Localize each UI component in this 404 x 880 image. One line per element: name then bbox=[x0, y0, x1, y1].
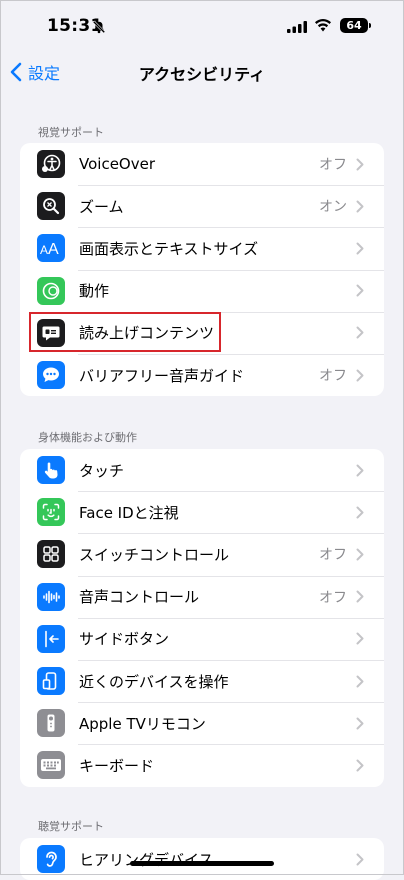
row-label: バリアフリー音声ガイド bbox=[79, 366, 245, 385]
chevron-right-icon bbox=[356, 326, 364, 339]
row-label: サイドボタン bbox=[79, 630, 170, 649]
home-indicator[interactable] bbox=[130, 861, 274, 866]
row-switch-control[interactable]: スイッチコントロール オフ bbox=[20, 533, 384, 575]
row-label: 動作 bbox=[79, 282, 110, 301]
apple-tv-remote-icon bbox=[37, 709, 65, 738]
row-value: オン bbox=[319, 199, 347, 216]
group-physical-motor: タッチ Face IDと注視 スイッチコントロール オフ 音声コントロール オフ… bbox=[20, 449, 384, 787]
battery-indicator: 64 bbox=[340, 18, 368, 33]
chevron-right-icon bbox=[356, 675, 364, 688]
row-value: オフ bbox=[319, 157, 347, 174]
row-hearing-devices[interactable]: ヒアリングデバイス bbox=[20, 838, 384, 880]
row-label: キーボード bbox=[79, 756, 155, 775]
row-motion[interactable]: 動作 bbox=[20, 269, 384, 312]
face-id-icon bbox=[37, 498, 65, 527]
svg-text:A: A bbox=[48, 241, 59, 256]
chevron-right-icon bbox=[356, 759, 364, 772]
switch-control-icon bbox=[37, 540, 65, 569]
chevron-right-icon bbox=[356, 590, 364, 603]
row-side-button[interactable]: サイドボタン bbox=[20, 617, 384, 660]
status-bar: 15:31 64 bbox=[0, 0, 404, 52]
chevron-right-icon bbox=[356, 548, 364, 561]
audio-description-icon bbox=[37, 361, 65, 390]
row-voice-control[interactable]: 音声コントロール オフ bbox=[20, 575, 384, 618]
row-label: ズーム bbox=[79, 197, 124, 216]
keyboard-icon bbox=[37, 751, 65, 780]
row-value: オフ bbox=[319, 547, 347, 564]
side-button-icon bbox=[37, 624, 65, 653]
chevron-right-icon bbox=[356, 632, 364, 645]
row-label: スイッチコントロール bbox=[79, 545, 230, 564]
motion-icon bbox=[37, 276, 65, 305]
chevron-right-icon bbox=[356, 717, 364, 730]
chevron-right-icon bbox=[356, 506, 364, 519]
silent-mode-icon bbox=[92, 20, 106, 34]
row-value: オフ bbox=[319, 589, 347, 606]
section-header-hearing: 聴覚サポート bbox=[38, 820, 104, 833]
chevron-right-icon bbox=[356, 242, 364, 255]
row-voiceover[interactable]: VoiceOver オフ bbox=[20, 143, 384, 185]
section-header-physical-motor: 身体機能および動作 bbox=[38, 431, 137, 444]
spoken-content-icon bbox=[37, 318, 65, 347]
row-value: オフ bbox=[319, 368, 347, 385]
row-control-nearby-devices[interactable]: 近くのデバイスを操作 bbox=[20, 659, 384, 702]
cellular-signal-icon bbox=[287, 21, 307, 33]
row-apple-tv-remote[interactable]: Apple TVリモコン bbox=[20, 702, 384, 744]
page-title: アクセシビリティ bbox=[138, 65, 266, 84]
group-hearing: ヒアリングデバイス bbox=[20, 838, 384, 880]
chevron-right-icon bbox=[356, 369, 364, 382]
text-size-icon: AA bbox=[37, 234, 65, 263]
chevron-right-icon bbox=[356, 464, 364, 477]
svg-text:A: A bbox=[40, 243, 48, 256]
row-label: 読み上げコンテンツ bbox=[79, 324, 215, 343]
touch-icon bbox=[37, 456, 65, 485]
zoom-icon bbox=[37, 192, 65, 221]
navigation-bar: 設定 アクセシビリティ bbox=[0, 52, 404, 92]
row-audio-descriptions[interactable]: バリアフリー音声ガイド オフ bbox=[20, 353, 384, 396]
row-label: 近くのデバイスを操作 bbox=[79, 672, 229, 691]
row-label: 音声コントロール bbox=[79, 588, 200, 607]
voice-control-icon bbox=[37, 582, 65, 611]
chevron-right-icon bbox=[356, 284, 364, 297]
row-label: VoiceOver bbox=[79, 155, 155, 174]
row-label: タッチ bbox=[79, 461, 125, 480]
section-header-vision: 視覚サポート bbox=[38, 126, 104, 139]
row-label: Apple TVリモコン bbox=[79, 714, 206, 733]
row-spoken-content[interactable]: 読み上げコンテンツ bbox=[20, 311, 384, 354]
row-display-text-size[interactable]: AA 画面表示とテキストサイズ bbox=[20, 227, 384, 269]
row-label: ヒアリングデバイス bbox=[79, 850, 214, 869]
battery-tip bbox=[369, 23, 371, 28]
row-face-id-attention[interactable]: Face IDと注視 bbox=[20, 491, 384, 533]
wifi-icon bbox=[315, 19, 331, 32]
nearby-devices-icon bbox=[37, 667, 65, 696]
row-touch[interactable]: タッチ bbox=[20, 449, 384, 491]
voiceover-icon bbox=[37, 150, 65, 179]
group-vision: VoiceOver オフ ズーム オン AA 画面表示とテキストサイズ 動作 読… bbox=[20, 143, 384, 397]
row-label: 画面表示とテキストサイズ bbox=[79, 239, 259, 258]
row-label: Face IDと注視 bbox=[79, 503, 179, 522]
hearing-devices-icon bbox=[37, 845, 65, 874]
row-zoom[interactable]: ズーム オン bbox=[20, 185, 384, 227]
chevron-right-icon bbox=[356, 158, 364, 171]
chevron-right-icon bbox=[356, 853, 364, 866]
chevron-right-icon bbox=[356, 200, 364, 213]
row-keyboards[interactable]: キーボード bbox=[20, 744, 384, 786]
